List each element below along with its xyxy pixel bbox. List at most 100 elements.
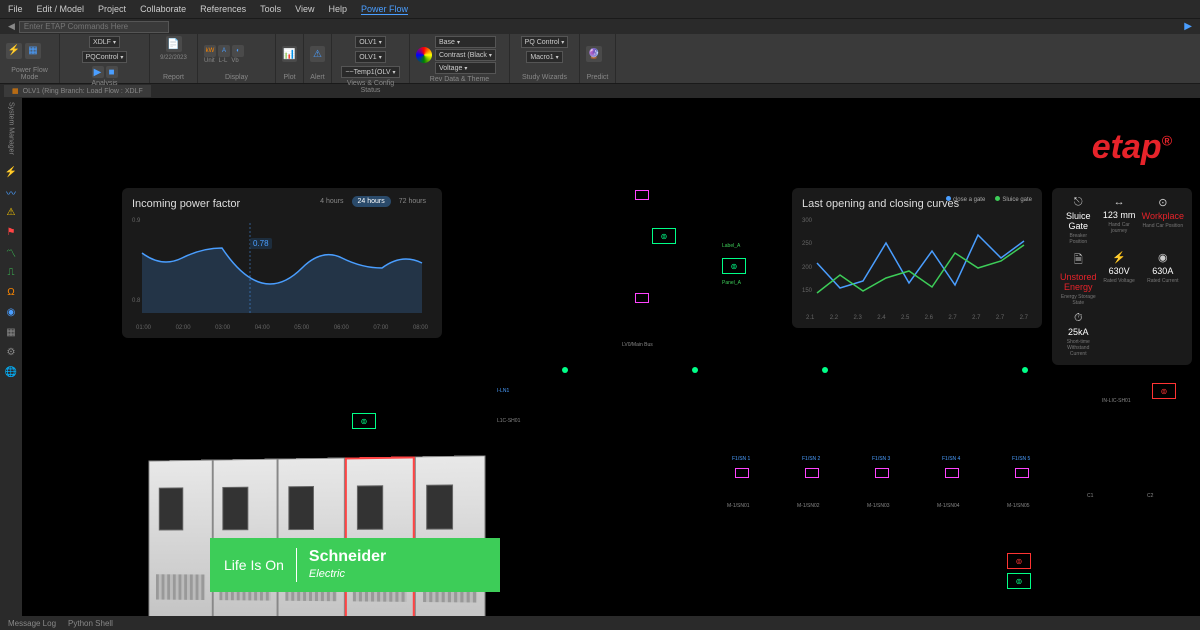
sld-node[interactable] [562,367,568,373]
x-label: 2.7 [1020,315,1028,321]
divider [296,548,297,582]
plot-icon[interactable]: 📊 [282,46,297,62]
sld-node[interactable] [692,367,698,373]
alert-icon[interactable]: ⚠ [310,46,325,62]
y-label: 200 [802,265,812,271]
sld-source[interactable] [635,190,649,200]
contrast-dropdown[interactable]: Contrast (Black [435,49,496,61]
info-journey: ↔ 123 mm Hand Car journey [1103,196,1136,245]
olv1b-dropdown[interactable]: OLV1 [355,51,385,63]
sidebar-warning-icon[interactable]: ⚠ [3,205,19,221]
sld-block-bottom2[interactable]: ⊚ [1007,573,1031,589]
sidebar-chart-icon[interactable]: 〽 [3,245,19,261]
menu-file[interactable]: File [8,4,23,14]
date-label: 9/22/2023 [160,55,187,61]
olv1-dropdown[interactable]: OLV1 [355,36,385,48]
play-icon[interactable]: ▶ [1184,21,1192,32]
run-icon[interactable]: ▶ [92,66,104,78]
x-label: 03:00 [215,325,230,331]
x-label: 07:00 [373,325,388,331]
menu-tools[interactable]: Tools [260,4,281,14]
menu-collaborate[interactable]: Collaborate [140,4,186,14]
stop-icon[interactable]: ■ [106,66,118,78]
pqcontrol-wizard-dropdown[interactable]: PQ Control [521,36,569,48]
etap-logo: etap® [1092,128,1172,167]
macro-dropdown[interactable]: Macro1 [526,51,562,63]
back-icon[interactable]: ◀ [8,21,15,32]
base-dropdown[interactable]: Base [435,36,496,48]
sidebar-gear-icon[interactable]: ⚙ [3,345,19,361]
sidebar-flag-icon[interactable]: ⚑ [3,225,19,241]
tab-72h[interactable]: 72 hours [393,196,432,207]
sld-block-right[interactable]: ⊚ [1152,383,1176,399]
status-msglog[interactable]: Message Log [8,619,56,628]
report-icon[interactable]: 📄 [166,36,182,52]
x-label: 01:00 [136,325,151,331]
info-label: Rated Voltage [1103,278,1136,284]
sld-motor-label: M-1/SN03 [867,503,890,509]
voltage-dropdown[interactable]: Voltage [435,62,496,74]
sld-panel1[interactable]: ⊚ [652,228,676,244]
canvas[interactable]: etap® Incoming power factor 4 hours 24 h… [22,98,1200,616]
info-voltage: ⚡ 630V Rated Voltage [1103,251,1136,306]
ll-label[interactable]: L-L [219,58,228,64]
sidebar-grid-icon[interactable]: ▦ [3,325,19,341]
tab-olv1[interactable]: ▦ OLV1 (Ring Branch: Load Flow : XDLF [4,85,151,97]
sidebar-circle-icon[interactable]: ◉ [3,305,19,321]
powerflow-icon[interactable]: ⚡ [6,43,22,59]
sld-motor-label: M-1/SN01 [727,503,750,509]
xdlf-dropdown[interactable]: XDLF [89,36,120,48]
sld-panel2[interactable]: ⊚ [722,258,746,274]
sidebar-omega-icon[interactable]: Ω [3,285,19,301]
sld-diagram[interactable] [22,98,322,248]
kvar-icon[interactable]: ◐ [232,45,244,57]
sidebar-wave-icon[interactable]: 〰 [3,185,19,201]
menu-help[interactable]: Help [329,4,348,14]
menu-powerflow[interactable]: Power Flow [361,4,408,15]
cabinet[interactable] [278,457,345,616]
panel-curves: Last opening and closing curves close a … [792,188,1042,328]
x-label: 2.3 [853,315,861,321]
sidebar-label[interactable]: System Manager [8,102,15,155]
sld-breaker1[interactable] [635,293,649,303]
vb-label[interactable]: Vb [231,58,238,64]
ribbon-label-theme: Rev Data & Theme [416,76,503,83]
pqcontrol-dropdown[interactable]: PQControl [82,51,128,63]
mode-icon[interactable]: ▦ [25,43,41,59]
temp-dropdown[interactable]: ~~Temp1(OLV [341,66,399,78]
menu-view[interactable]: View [295,4,314,14]
status-shell[interactable]: Python Shell [68,619,113,628]
cabinet-selected[interactable] [345,456,416,616]
sld-feeder-sw[interactable] [1015,468,1029,478]
sidebar-bolt-icon[interactable]: ⚡ [3,165,19,181]
sld-feeder-sw[interactable] [735,468,749,478]
sld-feeder-sw[interactable] [945,468,959,478]
sld-node[interactable] [1022,367,1028,373]
ribbon-label-alert: Alert [310,74,325,81]
sidebar: System Manager ⚡ 〰 ⚠ ⚑ 〽 ⎍ Ω ◉ ▦ ⚙ 🌐 [0,98,22,616]
unit-label[interactable]: Unit [204,58,215,64]
sidebar-globe-icon[interactable]: 🌐 [3,365,19,381]
menu-references[interactable]: References [200,4,246,14]
sld-block-bottom[interactable]: ⊚ [1007,553,1031,569]
theme-icon[interactable] [416,47,432,63]
kw-icon[interactable]: kW [204,45,216,57]
info-value: 25kA [1060,327,1097,337]
amp-icon[interactable]: A [218,45,230,57]
info-withstand: ⏱ 25kA Short-time Withstand Current [1060,312,1097,357]
ribbon-label-plot: Plot [282,74,297,81]
sld-block-left[interactable]: ⊚ [352,413,376,429]
sidebar-pulse-icon[interactable]: ⎍ [3,265,19,281]
x-label: 02:00 [176,325,191,331]
sld-node[interactable] [822,367,828,373]
x-label: 2.4 [877,315,885,321]
command-input[interactable] [19,21,169,33]
sld-feeder-sw[interactable] [875,468,889,478]
sld-feeder-sw[interactable] [805,468,819,478]
predict-icon[interactable]: 🔮 [586,46,602,62]
menu-edit[interactable]: Edit / Model [37,4,85,14]
tab-24h[interactable]: 24 hours [352,196,391,207]
menu-project[interactable]: Project [98,4,126,14]
status-bar: Message Log Python Shell [0,616,1200,630]
cabinet[interactable] [148,460,212,616]
